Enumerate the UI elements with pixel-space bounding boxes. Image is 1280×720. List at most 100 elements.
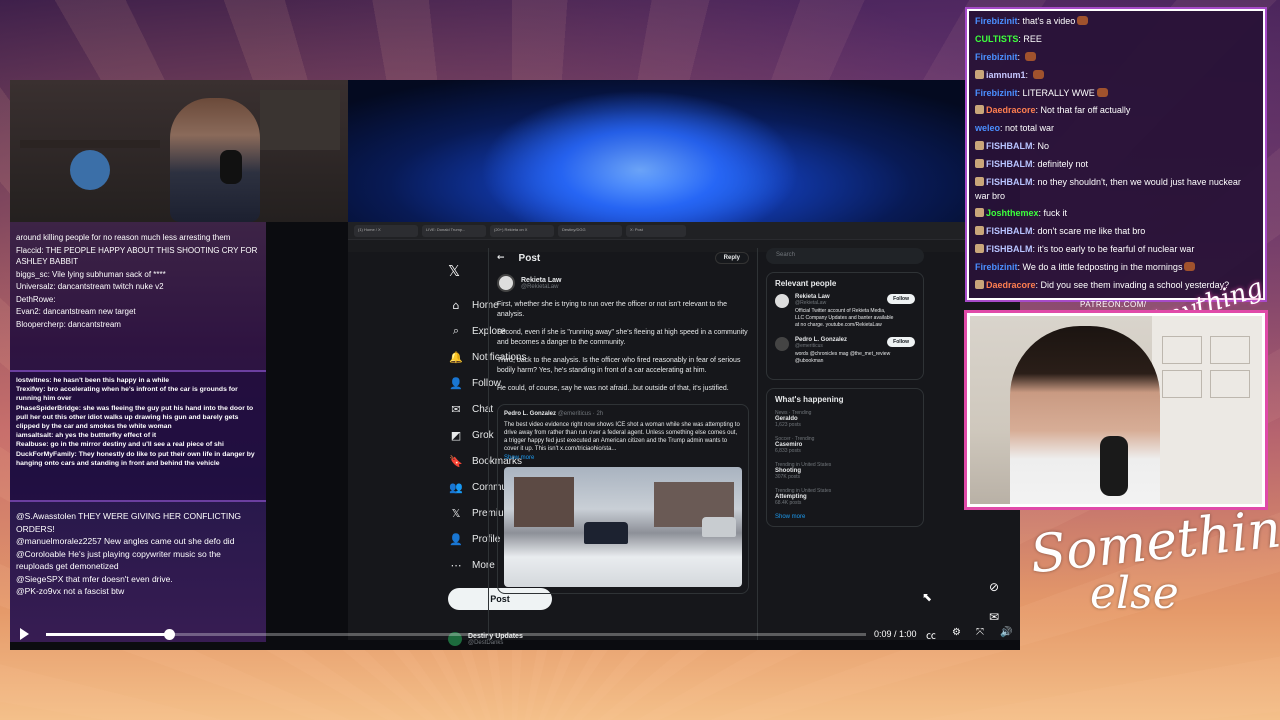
chat-username[interactable]: Daedracore: [986, 280, 1036, 290]
trend-item[interactable]: Trending in United States Attempting 68.…: [775, 488, 915, 506]
emote-icon: [1032, 69, 1044, 79]
chat-message: FISHBALM: definitely not: [975, 158, 1257, 172]
chat-username[interactable]: Firebizinit: [975, 52, 1018, 62]
trend-posts: 1,623 posts: [775, 422, 801, 428]
patreon-link: PATREON.COM/: [1080, 300, 1147, 309]
quote-author-name: Pedro L. Gonzalez: [504, 411, 557, 417]
chat-text: Not that far off actually: [1040, 105, 1131, 116]
volume-icon[interactable]: 🔊: [1000, 627, 1012, 638]
post-paragraph: Second, even if she is "running away" sh…: [497, 329, 748, 346]
seek-handle[interactable]: [164, 629, 175, 640]
mute-icon[interactable]: ⊘: [984, 577, 1004, 597]
chat-username[interactable]: FISHBALM: [986, 177, 1033, 187]
settings-gear-icon[interactable]: ⚙: [952, 627, 961, 638]
emote-icon: [1096, 87, 1108, 97]
badge-icon: [975, 244, 984, 254]
chat-username[interactable]: FISHBALM: [986, 159, 1033, 169]
chat-username[interactable]: Firebizinit: [975, 88, 1018, 98]
chat-text: that's a video: [1022, 16, 1076, 26]
chat-username[interactable]: FISHBALM: [986, 226, 1033, 236]
trend-item[interactable]: Trending in United States Shooting 307K …: [775, 462, 915, 480]
mouse-cursor-icon: ⬉: [922, 590, 933, 604]
chat-username[interactable]: Daedracore: [986, 105, 1036, 115]
chat-text: definitely not: [1037, 159, 1089, 170]
chat-username[interactable]: Firebizinit: [975, 16, 1018, 26]
video-chat-overlay: around killing people for no reason much…: [10, 222, 266, 642]
chat-username[interactable]: FISHBALM: [986, 141, 1033, 151]
chat-line: DuckForMyFamily: They honestly do like t…: [16, 450, 255, 467]
chat-username[interactable]: iamnum1: [986, 70, 1026, 80]
chat-message: FISHBALM: No: [975, 140, 1257, 154]
profile-icon: 👤: [449, 532, 463, 546]
quote-text: The best video evidence right now shows …: [504, 422, 740, 452]
chat-message: weleo: not total war: [975, 122, 1257, 136]
more-icon: ⋯: [450, 558, 462, 572]
quote-handle: @emeriticus · 2h: [557, 411, 604, 417]
trend-item[interactable]: Soccer · Trending Casemiro 6,833 posts: [775, 436, 915, 454]
chat-text: it's too early to be fearful of nuclear …: [1037, 244, 1195, 255]
avatar: [497, 274, 515, 292]
trend-item[interactable]: News · Trending Geraldo 1,623 posts: [775, 410, 915, 428]
drawer: [1210, 336, 1250, 364]
chat-line: iamsaltsalt: ah yes the buttterfky effec…: [16, 432, 157, 440]
badge-icon: [975, 177, 984, 187]
bell-icon: 🔔: [449, 350, 463, 364]
seek-bar[interactable]: [46, 629, 866, 640]
browser-tab[interactable]: X: Post: [626, 225, 686, 237]
streamer: [170, 98, 260, 222]
chat-username[interactable]: weleo: [975, 123, 1000, 133]
chat-username[interactable]: Joshthemex: [986, 208, 1039, 218]
follow-button[interactable]: Follow: [887, 294, 915, 304]
post-column: ← Post Reply Rekieta Law @RekietaLaw Fir…: [488, 248, 758, 640]
avatar: [775, 337, 789, 351]
chat-line: Universalz: dancantstream twitch nuke v2: [16, 282, 164, 291]
chat-separator: :: [1025, 69, 1031, 80]
chat-text: LITERALLY WWE: [1022, 87, 1095, 98]
trend-posts: 68.4K posts: [775, 500, 802, 506]
person-handle: @emeriticus: [795, 343, 823, 349]
post-paragraph: Third, back to the analysis. Is the offi…: [497, 357, 741, 374]
badge-icon: [975, 141, 984, 151]
bookmark-icon: 🔖: [449, 454, 463, 468]
relevant-people: Relevant people Rekieta Law @RekietaLaw …: [766, 272, 924, 380]
browser-tab[interactable]: Destiny/DGG: [558, 225, 622, 237]
x-premium-icon: 𝕏: [451, 506, 461, 520]
captions-icon[interactable]: ㏄: [926, 627, 936, 642]
show-more-link[interactable]: Show more: [504, 455, 742, 461]
chat-message: CULTISTS: REE: [975, 33, 1257, 47]
post-author[interactable]: Rekieta Law @RekietaLaw: [497, 274, 749, 292]
quote-image[interactable]: [504, 467, 742, 587]
chat-username[interactable]: FISHBALM: [986, 244, 1033, 254]
show-more-link[interactable]: Show more: [775, 514, 915, 520]
chat-line: around killing people for no reason much…: [16, 233, 231, 242]
chat-text: not total war: [1005, 123, 1055, 134]
streamer-facecam: [1010, 326, 1160, 504]
search-input[interactable]: Search: [766, 248, 924, 264]
chat-message: FISHBALM: don't scare me like that bro: [975, 225, 1257, 239]
browser-tab[interactable]: (1) Home / X: [354, 225, 418, 237]
post-paragraph: First, whether she is trying to run over…: [497, 301, 727, 318]
chat-separator: :: [1017, 51, 1023, 62]
post-header: ← Post Reply: [497, 248, 749, 268]
browser-tab[interactable]: (20+) Rekieta on X: [490, 225, 554, 237]
logo-line: else: [1090, 568, 1179, 619]
play-icon[interactable]: [20, 628, 29, 640]
emote-icon: [1184, 262, 1196, 272]
chat-username[interactable]: CULTISTS: [975, 34, 1018, 44]
video-player[interactable]: (1) Home / X LIVE: Donald Trump... (20+)…: [10, 80, 1020, 650]
person-card[interactable]: Rekieta Law @RekietaLaw Official Twitter…: [775, 294, 915, 329]
chat-line: DethRowe:: [16, 294, 56, 304]
chat-message: Firebizinit: that's a video: [975, 15, 1257, 29]
person-card[interactable]: Pedro L. Gonzalez @emeriticus words @chr…: [775, 337, 915, 365]
relevant-title: Relevant people: [775, 279, 837, 288]
chat-username[interactable]: Firebizinit: [975, 262, 1018, 272]
quoted-post[interactable]: Pedro L. Gonzalez @emeriticus · 2h The b…: [497, 404, 749, 594]
reply-button[interactable]: Reply: [714, 252, 749, 264]
chat-block-top: around killing people for no reason much…: [10, 222, 266, 370]
follow-button[interactable]: Follow: [887, 337, 915, 347]
trend-posts: 6,833 posts: [775, 448, 801, 454]
browser-tab[interactable]: LIVE: Donald Trump...: [422, 225, 486, 237]
figurine: [70, 150, 110, 190]
fullscreen-icon[interactable]: ⤧: [976, 627, 984, 638]
back-arrow-icon[interactable]: ←: [497, 253, 505, 263]
